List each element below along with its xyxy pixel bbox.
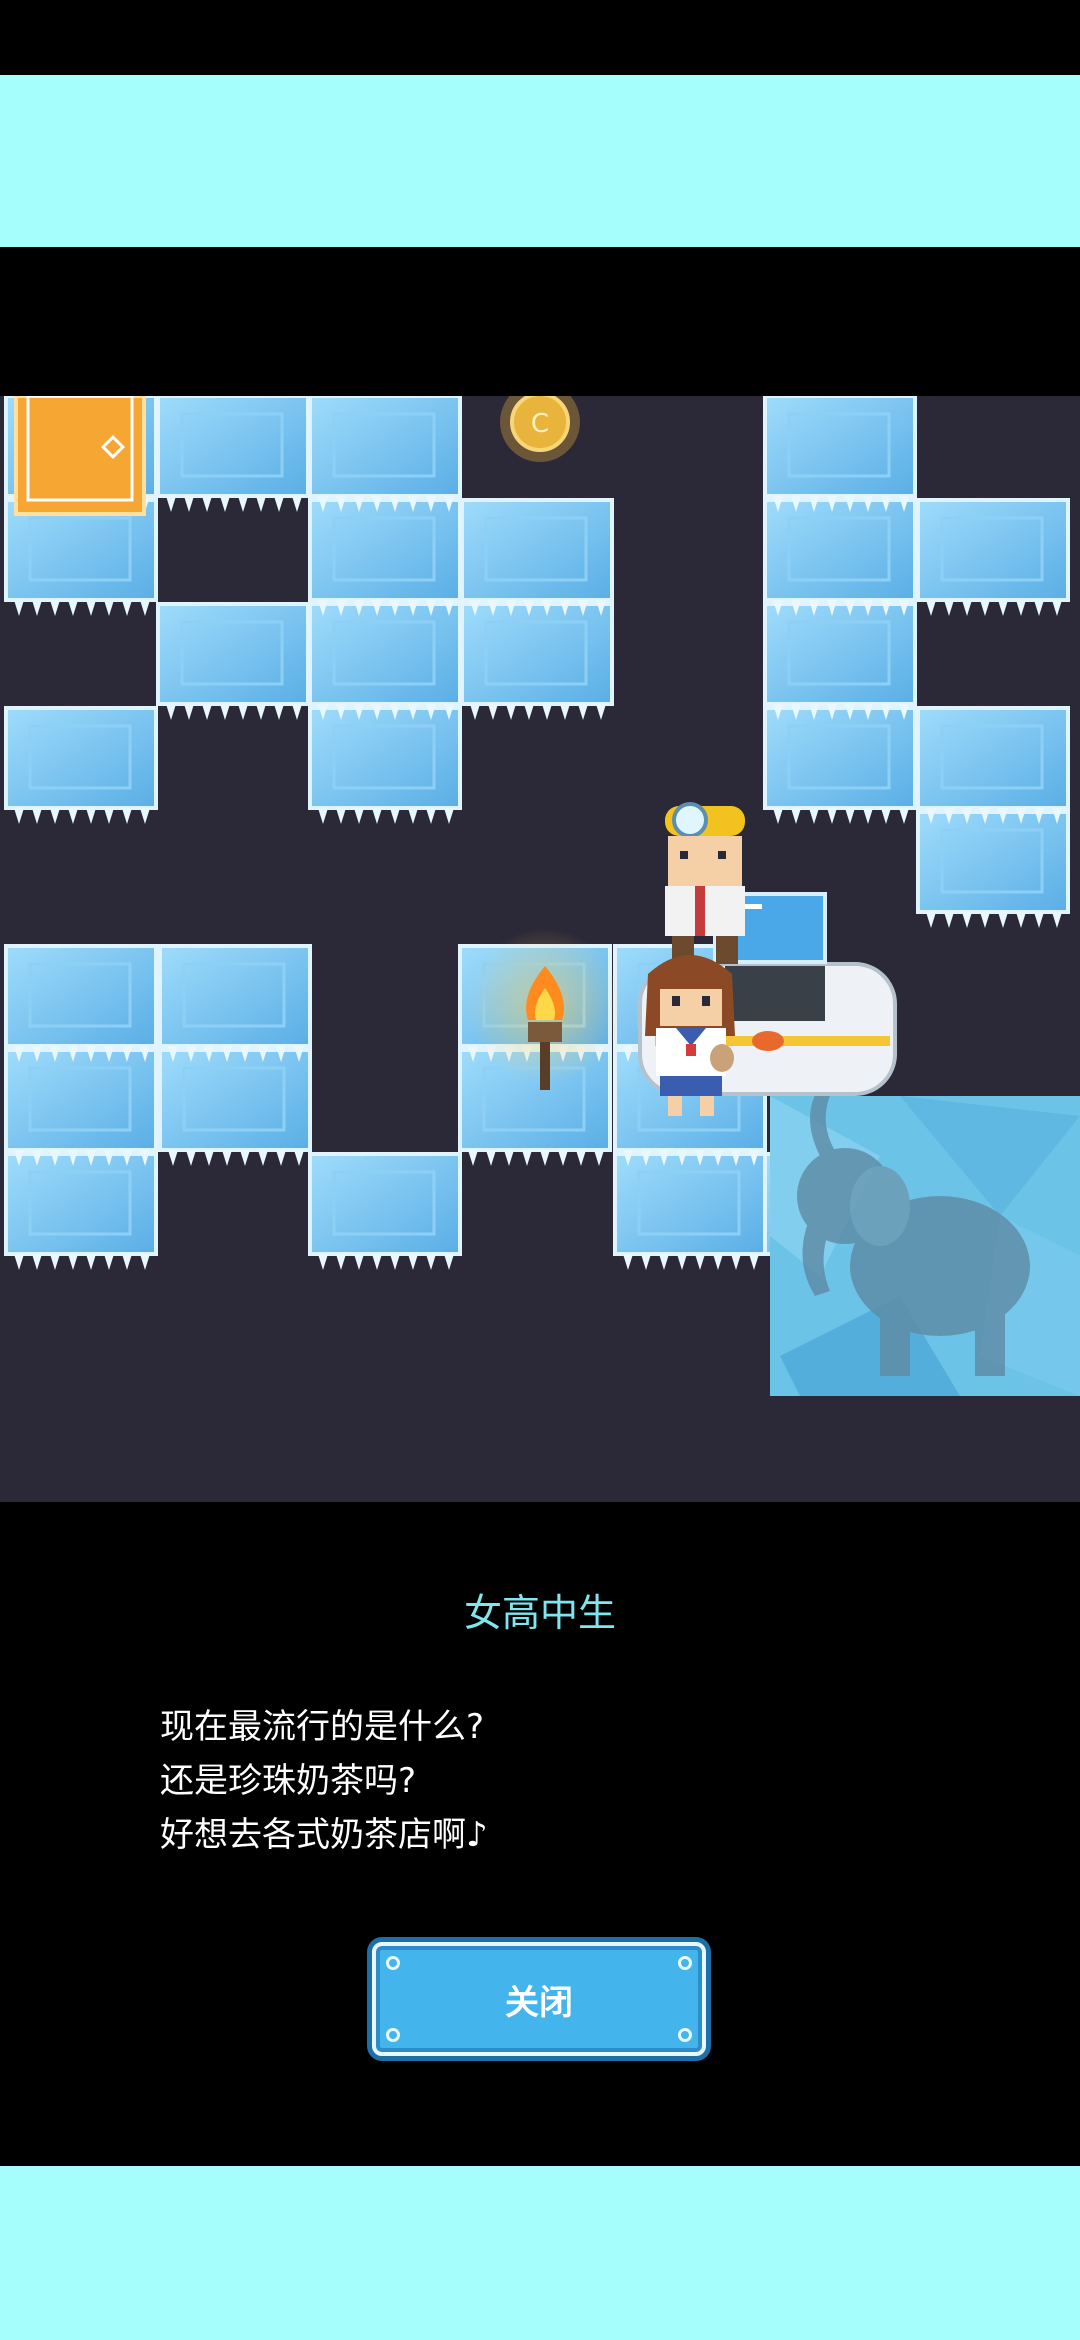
ice-block: [763, 498, 917, 602]
dialog-line: 好想去各式奶茶店啊♪: [160, 1815, 488, 1855]
ice-block: [158, 944, 312, 1048]
dialog-line: 现在最流行的是什么?: [160, 1707, 485, 1747]
ice-block: [916, 810, 1070, 914]
close-button-label: 关闭: [505, 1982, 573, 2023]
rivet-icon: [678, 1956, 692, 1970]
ice-block: [916, 498, 1070, 602]
dialog-panel: 女高中生 现在最流行的是什么? 还是珍珠奶茶吗? 好想去各式奶茶店啊♪ 关闭: [0, 1502, 1080, 2166]
ice-block: [460, 602, 614, 706]
ice-block: [4, 706, 158, 810]
ice-block: [308, 602, 462, 706]
door-icon[interactable]: [14, 396, 146, 516]
ice-block: [4, 1152, 158, 1256]
rivet-icon: [678, 2028, 692, 2042]
status-bar: [0, 0, 1080, 75]
close-button[interactable]: 关闭: [372, 1942, 706, 2056]
ice-block: [613, 1152, 767, 1256]
top-band: [0, 75, 1080, 247]
ice-block: [4, 1048, 158, 1152]
ice-block: [156, 602, 310, 706]
ice-block: [308, 1152, 462, 1256]
ice-block: [158, 1048, 312, 1152]
ice-block: [4, 944, 158, 1048]
ice-cave-map: C: [0, 396, 1080, 1502]
ice-block: [308, 706, 462, 810]
rivet-icon: [386, 1956, 400, 1970]
ice-block: [916, 706, 1070, 810]
bottom-band: [0, 2166, 1080, 2340]
game-map[interactable]: C: [0, 396, 1080, 1502]
ice-block: [763, 706, 917, 810]
ice-block: [156, 396, 310, 498]
dialog-text: 现在最流行的是什么? 还是珍珠奶茶吗? 好想去各式奶茶店啊♪: [160, 1700, 488, 1862]
ice-block: [763, 396, 917, 498]
ice-block: [308, 498, 462, 602]
ice-block: [763, 602, 917, 706]
ice-block: [308, 396, 462, 498]
rivet-icon: [386, 2028, 400, 2042]
speaker-name: 女高中生: [463, 1591, 616, 1635]
dialog-line: 还是珍珠奶茶吗?: [160, 1761, 417, 1801]
ice-block: [460, 498, 614, 602]
svg-text:C: C: [531, 409, 549, 439]
